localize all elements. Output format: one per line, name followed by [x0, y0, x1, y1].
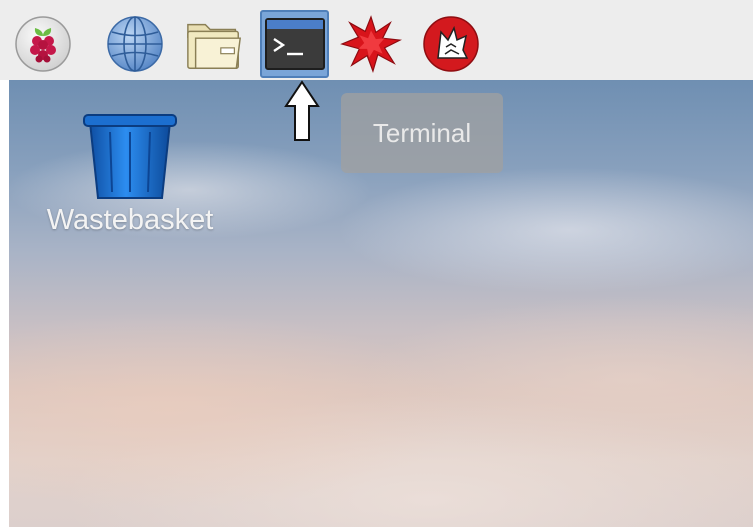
terminal-icon	[264, 18, 325, 70]
wolfram-button[interactable]	[420, 13, 482, 75]
tooltip-text: Terminal	[372, 117, 472, 148]
file-manager-button[interactable]	[184, 13, 246, 75]
desktop-icon-label: Wastebasket	[46, 204, 214, 236]
mathematica-icon	[340, 15, 402, 73]
folder-icon	[187, 23, 242, 69]
wolfram-icon	[423, 16, 479, 72]
web-browser-button[interactable]	[104, 13, 166, 75]
tooltip: Terminal	[341, 93, 503, 173]
raspberry-menu-button[interactable]	[12, 13, 74, 75]
pointer-arrow-icon	[284, 80, 320, 141]
trash-icon	[83, 114, 177, 199]
mathematica-button[interactable]	[340, 13, 402, 75]
desktop-icon-wastebasket[interactable]: Wastebasket	[30, 108, 230, 248]
raspberry-icon	[15, 16, 71, 72]
taskbar-panel	[0, 0, 753, 80]
terminal-button[interactable]	[260, 10, 329, 78]
globe-icon	[107, 16, 163, 72]
